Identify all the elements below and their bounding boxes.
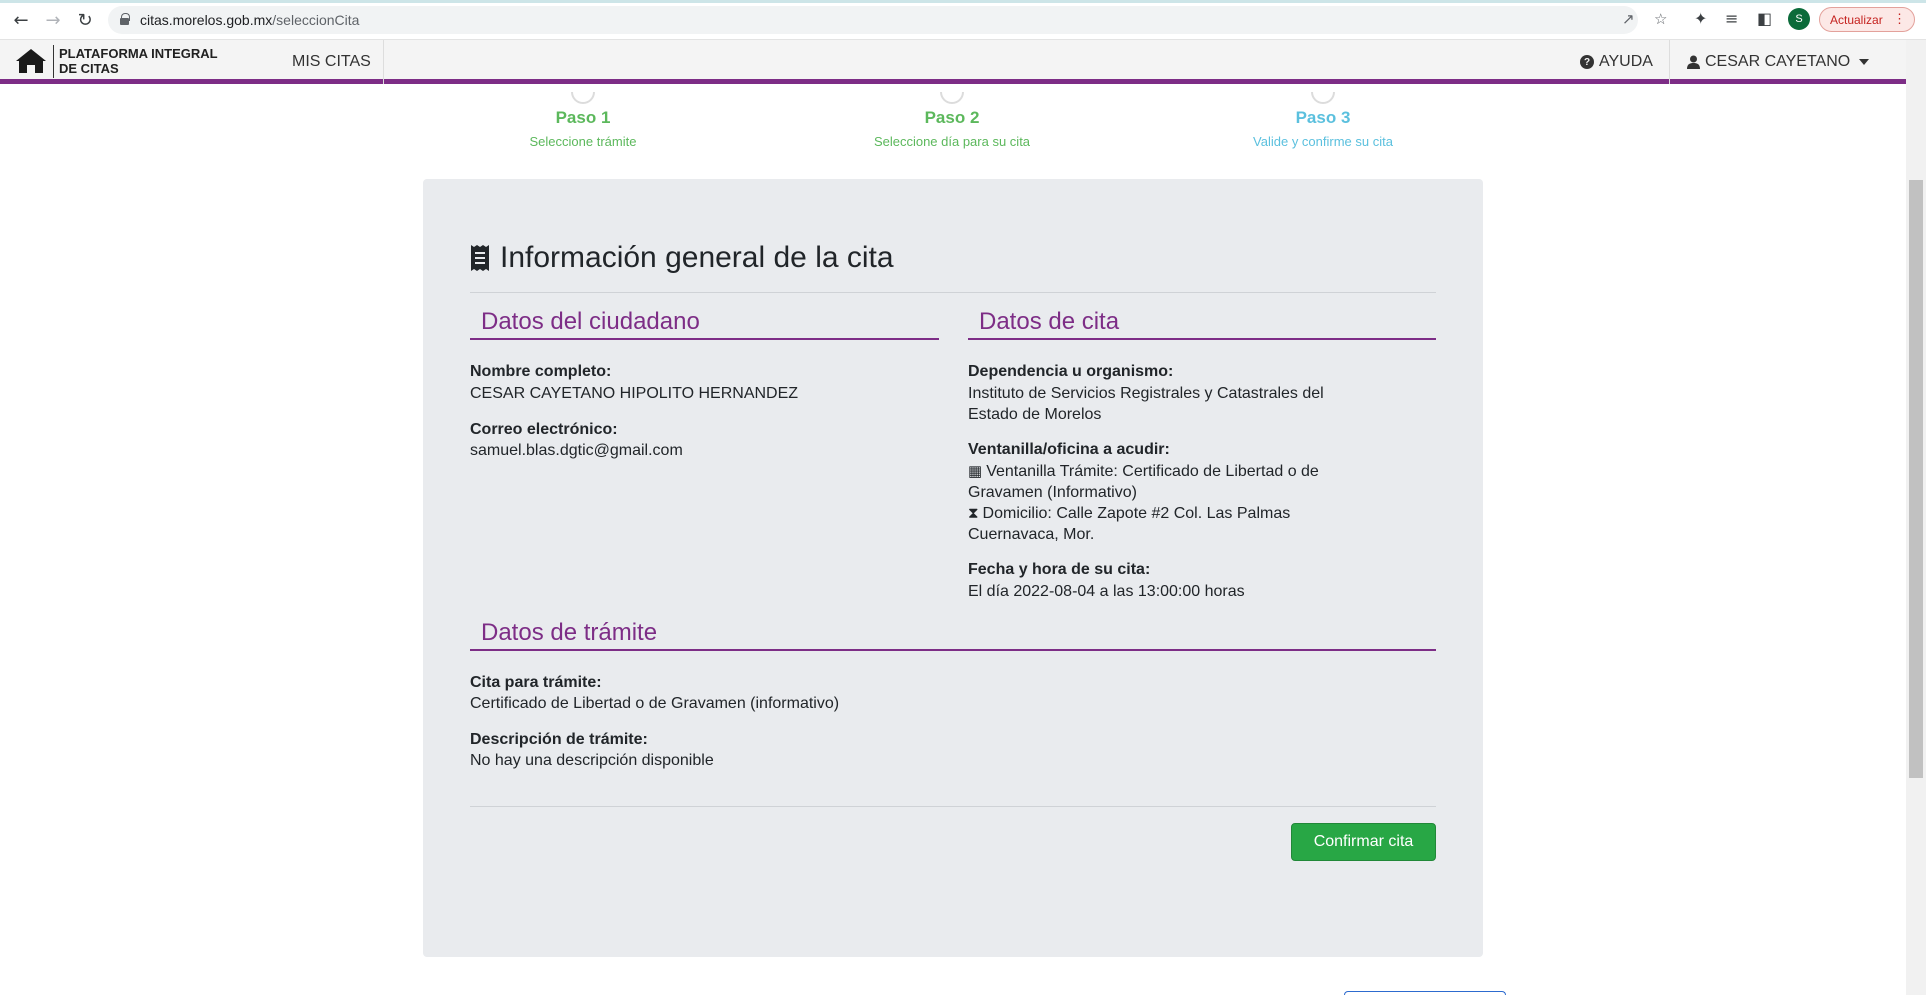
step-3-subtitle: Valide y confirme su cita [1253,134,1393,149]
nav-mis-citas-label: MIS CITAS [292,53,371,70]
browser-toolbar: ← → ↻ citas.morelos.gob.mx/seleccionCita… [0,0,1926,40]
route-icon: ⧗ [968,505,979,522]
url-host: citas.morelos.gob.mx [140,12,273,28]
title-divider [470,292,1436,293]
brand-divider [53,45,54,78]
kebab-menu-icon: ⋮ [1893,11,1906,26]
brand-line-2: DE CITAS [59,61,119,76]
nombre-label: Nombre completo: [470,363,612,380]
fecha-value: El día 2022-08-04 a las 13:00:00 horas [968,583,1245,600]
extensions-puzzle-icon[interactable]: ✦ [1694,9,1707,28]
step-3-title: Paso 3 [1295,108,1351,127]
tab-strip-edge [0,0,1926,3]
nav-mis-citas[interactable]: MIS CITAS [280,40,384,84]
side-panel-icon[interactable]: ◧ [1757,9,1772,28]
bookmark-star-icon[interactable]: ☆ [1654,10,1667,28]
ventanilla-label: Ventanilla/oficina a acudir: [968,441,1170,458]
ventanilla-value-line2: Gravamen (Informativo) [968,484,1137,501]
section-heading-cita: Datos de cita [968,306,1436,340]
scrollbar-thumb[interactable] [1909,180,1923,778]
descripcion-value: No hay una descripción disponible [470,752,714,769]
step-1-marker [571,92,595,104]
forward-arrow-icon[interactable]: → [40,7,66,33]
step-1-subtitle: Seleccione trámite [529,134,637,149]
user-menu-dropdown[interactable]: CESAR CAYETANO [1675,40,1881,84]
card-title-text: Información general de la cita [500,241,894,274]
url-path: /seleccionCita [272,12,360,28]
ventanilla-value-line1: ▦ Ventanilla Trámite: Certificado de Libe… [968,461,1319,482]
confirm-button-label: Confirmar cita [1313,833,1414,850]
descripcion-label: Descripción de trámite: [470,731,648,748]
lock-icon [120,13,130,25]
back-arrow-icon[interactable]: ← [8,7,34,33]
help-circle-icon: ? [1580,55,1594,69]
brand-logo-text[interactable]: PLATAFORMA INTEGRAL DE CITAS [59,46,259,76]
url-text[interactable]: citas.morelos.gob.mx/seleccionCita [140,12,359,28]
domicilio-value-line1: ⧗ Domicilio: Calle Zapote #2 Col. Las Pal… [968,503,1290,524]
caret-down-icon [1859,59,1870,65]
user-name: CESAR CAYETANO [1705,53,1851,70]
bottom-button-edge[interactable] [1344,991,1506,995]
card-title: Información general de la cita [470,241,894,275]
appointment-info-card: Información general de la cita Datos del… [423,179,1483,957]
reading-list-icon[interactable]: ≡ [1725,9,1738,28]
step-3: Paso 3 Valide y confirme su cita [1203,92,1443,149]
nombre-value: CESAR CAYETANO HIPOLITO HERNANDEZ [470,385,799,402]
building-icon: ▦ [968,463,983,480]
page-scrollbar[interactable] [1906,40,1926,995]
receipt-icon [471,245,489,271]
share-icon[interactable]: ↗ [1622,10,1635,28]
user-icon [1687,55,1700,69]
step-1-title: Paso 1 [555,108,611,127]
section-heading-ciudadano: Datos del ciudadano [470,306,939,340]
profile-avatar[interactable]: S [1788,8,1810,30]
ventanilla-text-line1: Ventanilla Trámite: Certificado de Liber… [986,463,1319,480]
domicilio-text-line1: Domicilio: Calle Zapote #2 Col. Las Palm… [982,505,1291,522]
step-2-title: Paso 2 [924,108,980,127]
dependencia-value-line1: Instituto de Servicios Registrales y Cat… [968,385,1324,402]
home-icon[interactable] [15,48,47,74]
update-button[interactable]: Actualizar ⋮ [1819,7,1915,32]
cita-tramite-value: Certificado de Libertad o de Gravamen (i… [470,695,840,712]
dependencia-value-line2: Estado de Morelos [968,406,1102,423]
step-2-subtitle: Seleccione día para su cita [873,134,1031,149]
step-1: Paso 1 Seleccione trámite [463,92,703,149]
footer-divider [470,806,1436,807]
correo-value: samuel.blas.dgtic@gmail.com [470,442,683,459]
brand-line-1: PLATAFORMA INTEGRAL [59,46,218,61]
app-header: PLATAFORMA INTEGRAL DE CITAS MIS CITAS ?… [0,40,1906,84]
cita-tramite-label: Cita para trámite: [470,674,602,691]
nav-ayuda-label: AYUDA [1599,53,1653,70]
step-3-marker [1311,92,1335,104]
step-2-marker [940,92,964,104]
step-2: Paso 2 Seleccione día para su cita [832,92,1072,149]
update-label: Actualizar [1830,12,1883,27]
profile-initial: S [1795,13,1803,25]
fecha-label: Fecha y hora de su cita: [968,561,1151,578]
reload-icon[interactable]: ↻ [72,7,98,33]
correo-label: Correo electrónico: [470,421,618,438]
nav-ayuda[interactable]: ? AYUDA [1568,40,1670,84]
address-bar[interactable]: citas.morelos.gob.mx/seleccionCita ↗ ☆ [108,6,1667,34]
section-heading-tramite: Datos de trámite [470,617,1436,651]
confirm-appointment-button[interactable]: Confirmar cita [1291,823,1436,861]
domicilio-value-line2: Cuernavaca, Mor. [968,526,1095,543]
dependencia-label: Dependencia u organismo: [968,363,1174,380]
